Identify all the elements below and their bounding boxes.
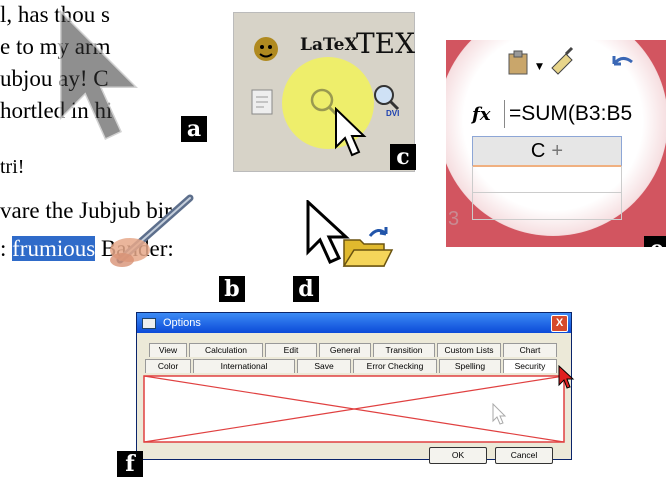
faded-cursor-icon (492, 403, 507, 425)
label-b: b (219, 276, 245, 302)
format-painter-icon[interactable] (546, 46, 578, 76)
label-c: c (390, 144, 416, 170)
tab-error-checking[interactable]: Error Checking (353, 359, 437, 373)
grid-row-2[interactable] (472, 193, 622, 220)
dialog-title: Options (163, 317, 201, 329)
dvi-label: DVI (386, 109, 400, 118)
lion-icon (254, 37, 278, 61)
tab-color[interactable]: Color (145, 359, 191, 373)
undo-icon[interactable] (608, 52, 638, 74)
label-f: f (117, 451, 143, 477)
grid-row-1[interactable] (472, 166, 622, 193)
tab-spelling[interactable]: Spelling (439, 359, 501, 373)
label-e: e (644, 236, 666, 247)
tab-security[interactable]: Security (503, 359, 557, 373)
column-c-label: C (530, 140, 546, 162)
tab-general[interactable]: General (319, 343, 371, 357)
tab-transition[interactable]: Transition (373, 343, 435, 357)
paste-dropdown-icon[interactable]: ▼ (536, 62, 543, 72)
tab-save[interactable]: Save (297, 359, 351, 373)
dialog-app-icon (142, 318, 156, 329)
open-folder-icon (342, 227, 394, 267)
poem-line-5: tri! (0, 156, 25, 178)
pointer-cursor-icon (335, 107, 367, 157)
panel-c-toolbar: LaTeX TEX DVI c (233, 12, 416, 172)
row-number: 3 (448, 208, 460, 230)
options-dialog: Options X View Calculation Edit General … (136, 312, 575, 464)
latex-button-label[interactable]: LaTeX (300, 35, 358, 55)
cancel-button[interactable]: Cancel (495, 447, 553, 464)
label-a: a (181, 116, 207, 142)
ok-button[interactable]: OK (429, 447, 487, 464)
large-arrow-cursor-icon (58, 6, 142, 143)
tab-chart[interactable]: Chart (503, 343, 557, 357)
label-d: d (293, 276, 319, 302)
tab-edit[interactable]: Edit (265, 343, 317, 357)
paste-icon[interactable] (504, 48, 534, 78)
tab-custom-lists[interactable]: Custom Lists (437, 343, 501, 357)
tab-international[interactable]: International (193, 359, 295, 373)
crosshair-cursor-icon: + (551, 140, 564, 162)
tab-view[interactable]: View (149, 343, 187, 357)
dialog-titlebar[interactable]: Options X (137, 313, 571, 333)
column-header-c[interactable]: C + (472, 136, 622, 167)
close-icon[interactable]: X (551, 315, 568, 332)
formula-bar[interactable]: =SUM(B3:B5 (504, 100, 666, 128)
fx-icon[interactable]: fx (472, 104, 490, 125)
document-icon[interactable] (248, 87, 278, 117)
panel-e-spreadsheet: ▼ fx =SUM(B3:B5 C+ 3 e (446, 40, 666, 247)
red-cursor-icon (558, 365, 575, 389)
pen-hand-icon (110, 194, 194, 267)
tex-button-label[interactable]: TEX (356, 27, 415, 60)
tab-calculation[interactable]: Calculation (189, 343, 263, 357)
highlighted-word: frumious (12, 236, 96, 261)
